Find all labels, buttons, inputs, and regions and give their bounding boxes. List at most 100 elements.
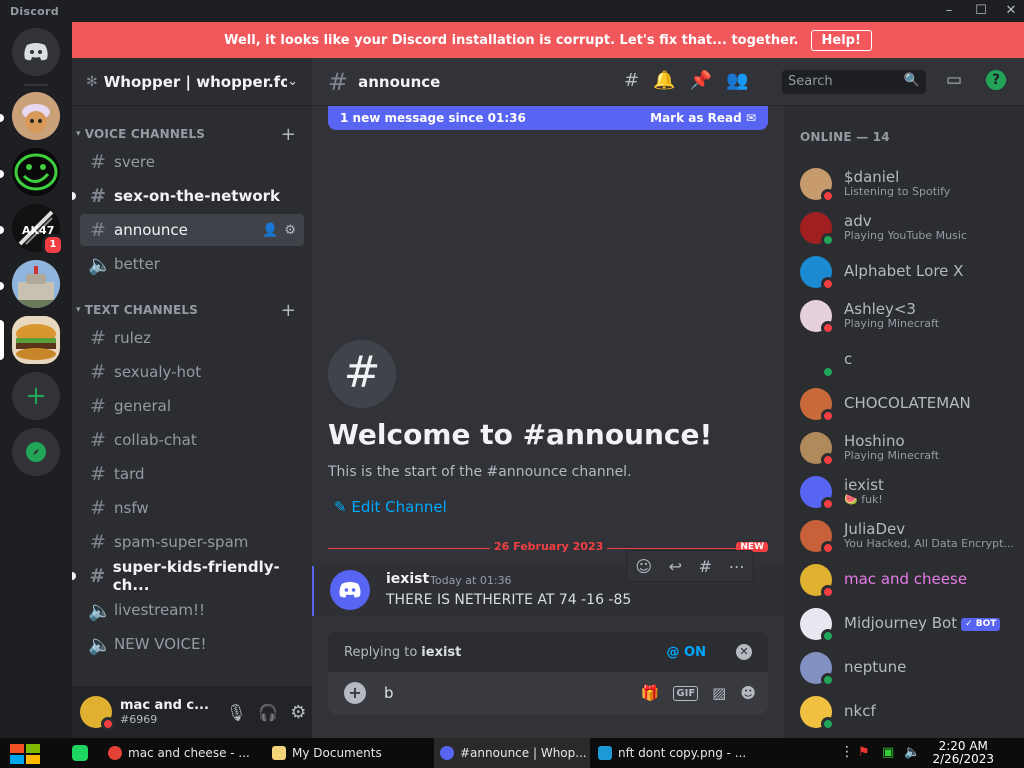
server-header[interactable]: ✻ Whopper | whopper.fo... ⌄: [72, 58, 312, 106]
member-2[interactable]: Alphabet Lore X: [800, 250, 1024, 294]
member-11[interactable]: neptune: [800, 646, 1024, 690]
system-clock[interactable]: 2:20 AM 2/26/2023: [932, 740, 994, 766]
message-composer[interactable]: + b 🎁 GIF ▨ ☻: [328, 672, 768, 714]
taskbar-item-image[interactable]: nft dont copy.png - ...: [598, 738, 754, 768]
avatar[interactable]: [800, 388, 835, 423]
channel-sex-on-the-network[interactable]: # sex-on-the-network: [72, 180, 304, 212]
channel-svere[interactable]: # svere: [80, 146, 304, 178]
avatar[interactable]: [800, 520, 835, 555]
help-icon[interactable]: ?: [986, 70, 1006, 90]
member-8[interactable]: JuliaDev You Hacked, All Data Encrypt...: [800, 514, 1024, 558]
category-voice-channels[interactable]: ▾ VOICE CHANNELS +: [76, 124, 308, 145]
member-1[interactable]: adv Playing YouTube Music: [800, 206, 1024, 250]
gift-icon[interactable]: 🎁: [641, 684, 660, 702]
minimize-button[interactable]: –: [938, 2, 960, 20]
create-thread-icon[interactable]: #: [699, 557, 712, 576]
headphones-icon[interactable]: 🎧: [258, 703, 278, 722]
member-list-icon[interactable]: 👥: [726, 70, 748, 91]
network-icon[interactable]: ▣: [882, 745, 894, 760]
avatar[interactable]: [800, 168, 835, 203]
avatar[interactable]: [800, 212, 835, 247]
settings-gear-icon[interactable]: ⚙: [290, 702, 306, 723]
add-reaction-icon[interactable]: ☺: [635, 557, 652, 576]
channel-spam-super-spam[interactable]: # spam-super-spam: [80, 526, 304, 558]
mark-as-read-button[interactable]: Mark as Read ✉: [650, 111, 756, 125]
new-messages-bar[interactable]: 1 new message since 01:36 Mark as Read ✉: [328, 106, 768, 130]
explore-servers-button[interactable]: [12, 428, 60, 476]
volume-icon[interactable]: 🔈: [904, 745, 920, 760]
avatar[interactable]: [330, 570, 370, 610]
channel-nsfw[interactable]: # nsfw: [80, 492, 304, 524]
search-input[interactable]: Search 🔍: [782, 70, 926, 94]
avatar[interactable]: [800, 696, 835, 731]
channel-super-kids-friendly[interactable]: # super-kids-friendly-ch...: [72, 558, 304, 594]
taskbar-item-discord[interactable]: #announce | Whop...: [434, 738, 590, 768]
spotify-icon[interactable]: [72, 745, 88, 761]
category-text-channels[interactable]: ▾ TEXT CHANNELS +: [76, 300, 308, 321]
message-author[interactable]: iexist: [386, 571, 429, 587]
sticker-icon[interactable]: ▨: [712, 684, 726, 702]
add-server-button[interactable]: +: [12, 372, 60, 420]
avatar[interactable]: [800, 344, 835, 379]
member-0[interactable]: $daniel Listening to Spotify: [800, 162, 1024, 206]
channel-sexualy-hot[interactable]: # sexualy-hot: [80, 356, 304, 388]
maximize-button[interactable]: ☐: [970, 2, 992, 20]
avatar[interactable]: [800, 608, 835, 643]
invite-icon[interactable]: 👤: [262, 223, 278, 238]
reply-icon[interactable]: ↩: [669, 557, 682, 576]
avatar[interactable]: [800, 476, 835, 511]
server-icon-whopper[interactable]: [12, 316, 60, 364]
member-7[interactable]: iexist 🍉 fuk!: [800, 470, 1024, 514]
edit-channel-link[interactable]: ✎ Edit Channel: [334, 498, 447, 516]
help-button[interactable]: Help!: [810, 29, 872, 51]
channel-rulez[interactable]: # rulez: [80, 322, 304, 354]
overflow-icon[interactable]: ⋮: [840, 744, 854, 760]
taskbar-item-chrome[interactable]: mac and cheese - ...: [108, 738, 264, 768]
member-12[interactable]: nkcf: [800, 690, 1024, 734]
member-name-text: JuliaDev: [844, 520, 906, 539]
add-channel-plus-icon[interactable]: +: [281, 124, 296, 145]
channel-label: sex-on-the-network: [114, 187, 281, 205]
taskbar-item-documents[interactable]: My Documents: [272, 738, 428, 768]
inbox-icon[interactable]: ▭: [946, 70, 962, 90]
avatar[interactable]: [800, 652, 835, 687]
close-button[interactable]: ✕: [1000, 2, 1022, 20]
server-icon-trollface[interactable]: [12, 148, 60, 196]
channel-collab-chat[interactable]: # collab-chat: [80, 424, 304, 456]
channel-tard[interactable]: # tard: [80, 458, 304, 490]
member-3[interactable]: Ashley<3 Playing Minecraft: [800, 294, 1024, 338]
gear-icon[interactable]: ⚙: [284, 223, 296, 238]
member-9[interactable]: mac and cheese: [800, 558, 1024, 602]
cancel-reply-close-icon[interactable]: ✕: [736, 644, 752, 660]
member-5[interactable]: CHOCOLATEMAN: [800, 382, 1024, 426]
flag-icon[interactable]: ⚑: [858, 745, 870, 760]
avatar[interactable]: [800, 432, 835, 467]
add-channel-plus-icon[interactable]: +: [281, 300, 296, 321]
notification-bell-icon[interactable]: 🔔: [653, 70, 675, 91]
message-input[interactable]: b: [384, 684, 394, 702]
threads-icon[interactable]: #: [624, 70, 639, 91]
mention-toggle[interactable]: @ ON: [667, 645, 706, 660]
more-icon[interactable]: ⋯: [729, 557, 745, 576]
mute-mic-icon[interactable]: 🎙: [226, 703, 246, 722]
avatar[interactable]: [800, 256, 835, 291]
avatar[interactable]: [800, 300, 835, 335]
server-icon-anime[interactable]: [12, 92, 60, 140]
channel-better[interactable]: 🔈 better: [80, 248, 304, 280]
avatar[interactable]: [80, 696, 115, 731]
home-button[interactable]: [12, 28, 60, 76]
gif-icon[interactable]: GIF: [673, 685, 699, 701]
member-10[interactable]: Midjourney Bot ✓ BOT: [800, 602, 1024, 646]
start-button[interactable]: [10, 744, 42, 764]
channel-new-voice[interactable]: 🔈 NEW VOICE!: [80, 628, 304, 660]
avatar[interactable]: [800, 564, 835, 599]
channel-general[interactable]: # general: [80, 390, 304, 422]
pin-icon[interactable]: 📌: [690, 70, 712, 91]
server-icon-building[interactable]: [12, 260, 60, 308]
member-4[interactable]: c: [800, 338, 1024, 382]
upload-plus-icon[interactable]: +: [344, 682, 366, 704]
member-6[interactable]: Hoshino Playing Minecraft: [800, 426, 1024, 470]
channel-livestream[interactable]: 🔈 livestream!!: [80, 594, 304, 626]
channel-announce[interactable]: # announce 👤 ⚙: [80, 214, 304, 246]
emoji-icon[interactable]: ☻: [740, 684, 756, 702]
